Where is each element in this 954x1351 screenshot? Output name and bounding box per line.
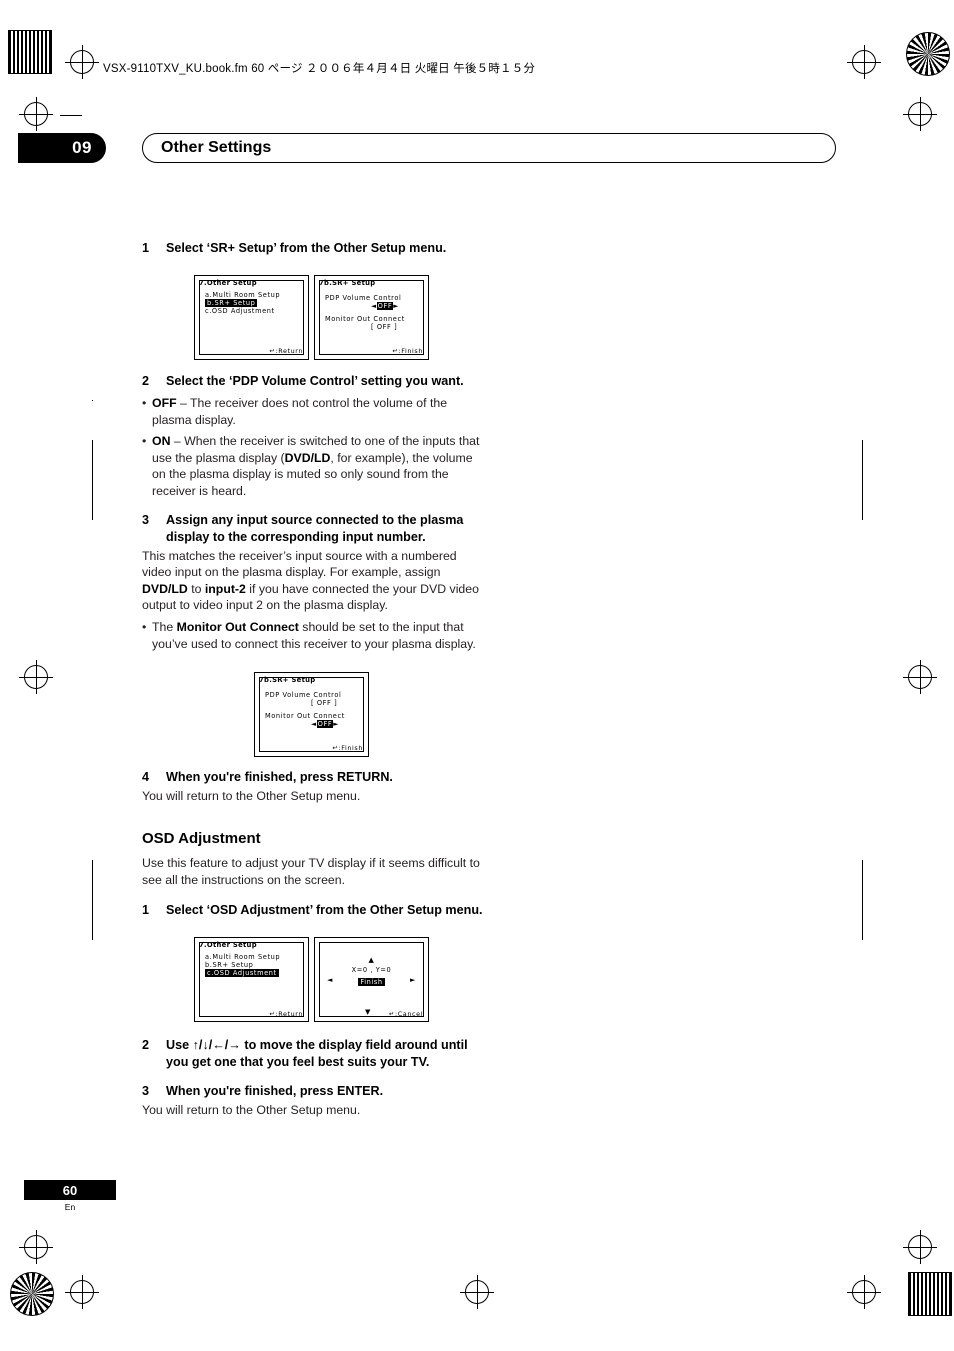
- page-number: 60: [24, 1180, 116, 1200]
- registration-mark-left-lower: [19, 1230, 53, 1264]
- osd-screens-row-3: 7.Other Setup a.Multi Room Setup b.SR+ S…: [142, 931, 487, 1029]
- sr-plus-step-2-bullets: • OFF – The receiver does not control th…: [142, 395, 487, 500]
- step-number: 2: [142, 374, 150, 388]
- sr-plus-step-3: 3 Assign any input source connected to t…: [142, 512, 487, 546]
- osd-left-arrow-icon: ◄: [327, 976, 333, 985]
- registration-mark-top: [65, 45, 99, 79]
- corner-mark-top-left: [8, 30, 52, 74]
- osd-screens-row-2: 7b.SR+ Setup PDP Volume Control [ OFF ] …: [142, 664, 487, 759]
- bullet-text: – When the receiver is switched to one o…: [152, 434, 480, 498]
- step-number: 1: [142, 903, 150, 918]
- osd-item-c-highlighted: c.OSD Adjustment: [205, 969, 279, 978]
- osd-value-monitor-out: [ OFF ]: [371, 323, 398, 331]
- osd-title: 7b.SR+ Setup: [319, 279, 376, 287]
- crop-tick-vertical-right: [862, 440, 863, 520]
- registration-mark-right-upper: [903, 97, 937, 131]
- bullet-text-pre: The: [152, 619, 177, 634]
- osd-item-c: c.OSD Adjustment: [205, 307, 275, 315]
- step-text: When you're finished, press ENTER.: [166, 1084, 384, 1099]
- osd-title: 7.Other Setup: [199, 279, 257, 287]
- osd-highlight: b.SR+ Setup: [205, 299, 258, 307]
- crop-tick-vertical-left-2: [92, 860, 93, 940]
- sr-plus-step-4: 4 When you're finished, press RETURN.: [142, 769, 487, 786]
- osd-title: 7.Other Setup: [199, 941, 257, 950]
- osd-up-arrow-icon: ▲: [368, 956, 375, 965]
- osd-highlight: c.OSD Adjustment: [205, 969, 279, 978]
- chapter-number-tab: 09: [18, 133, 106, 163]
- osd-right-arrow-icon: ►: [410, 976, 416, 985]
- osd-other-setup-1: 7.Other Setup a.Multi Room Setup b.SR+ S…: [194, 275, 309, 360]
- osd-adjustment-screen: ▲ X=0 , Y=0 Finish ◄ ► ▼ ↵:Cancel: [314, 937, 429, 1023]
- corner-mark-top-right: [906, 32, 950, 76]
- step-text: Assign any input source connected to the…: [166, 512, 464, 544]
- bullet-text: – The receiver does not control the volu…: [152, 396, 448, 427]
- osd-title: 7b.SR+ Setup: [259, 676, 316, 685]
- registration-mark-left-upper: [19, 97, 53, 131]
- osd-footer: ↵:Finish: [332, 744, 363, 753]
- step-number: 2: [142, 1038, 150, 1053]
- step-number: 4: [142, 770, 150, 785]
- osd-finish-label: Finish: [358, 978, 385, 987]
- sr-plus-step-1: 1 Select ‘SR+ Setup’ from the Other Setu…: [142, 240, 487, 257]
- sr-plus-step-3-paragraph: This matches the receiver’s input source…: [142, 548, 479, 613]
- registration-mark-left-middle: [19, 660, 53, 694]
- osd-down-arrow-icon: ▼: [365, 1007, 371, 1016]
- corner-mark-bottom-right: [908, 1272, 952, 1316]
- crop-tick-left-mid: [92, 400, 93, 401]
- osd-coordinates: X=0 , Y=0: [351, 966, 392, 975]
- sr-plus-step-3-bullets: • The Monitor Out Connect should be set …: [142, 619, 487, 652]
- step-number: 1: [142, 241, 150, 255]
- osd-footer: ↵:Finish: [392, 347, 423, 356]
- step-text-pre: Use: [166, 1038, 193, 1053]
- chapter-title: Other Settings: [142, 133, 836, 163]
- osd-adjustment-step-3-paragraph: You will return to the Other Setup menu.: [142, 1103, 361, 1118]
- bullet-dot: •: [142, 434, 147, 449]
- main-text-column: 1 Select ‘SR+ Setup’ from the Other Setu…: [142, 240, 487, 1119]
- registration-mark-top-right: [847, 45, 881, 79]
- page-language: En: [64, 1202, 76, 1212]
- crop-tick-vertical-right-2: [862, 860, 863, 940]
- bullet-off: • OFF – The receiver does not control th…: [142, 395, 487, 428]
- sr-plus-step-2: 2 Select the ‘PDP Volume Control’ settin…: [142, 373, 487, 390]
- osd-screens-row-1: 7.Other Setup a.Multi Room Setup b.SR+ S…: [142, 269, 487, 361]
- osd-value-pdp-volume: ◄OFF►: [371, 302, 399, 310]
- osd-adjustment-step-1: 1 Select ‘OSD Adjustment’ from the Other…: [142, 902, 487, 919]
- bullet-dot: •: [142, 619, 147, 634]
- registration-mark-bottom-left: [65, 1275, 99, 1309]
- osd-value-pdp-volume: [ OFF ]: [311, 699, 338, 708]
- bullet-monitor-out-connect: • The Monitor Out Connect should be set …: [142, 619, 487, 652]
- osd-cancel-footer: ↵:Cancel: [389, 1009, 423, 1018]
- bullet-keyword: ON: [152, 434, 171, 449]
- bullet-on: • ON – When the receiver is switched to …: [142, 433, 487, 499]
- registration-mark-bottom-center: [460, 1275, 494, 1309]
- osd-adjustment-intro: Use this feature to adjust your TV displ…: [142, 855, 480, 887]
- bullet-dot: •: [142, 396, 147, 410]
- osd-sr-plus-setup-1: 7b.SR+ Setup PDP Volume Control ◄OFF► Mo…: [314, 275, 429, 360]
- registration-mark-right-lower: [903, 1230, 937, 1264]
- registration-mark-right-middle: [903, 660, 937, 694]
- osd-adjustment-heading: OSD Adjustment: [142, 829, 261, 847]
- file-info-line: VSX-9110TXV_KU.book.fm 60 ページ ２００６年４月４日 …: [103, 63, 536, 75]
- bullet-keyword: OFF: [152, 396, 177, 410]
- osd-other-setup-2: 7.Other Setup a.Multi Room Setup b.SR+ S…: [194, 937, 309, 1023]
- sr-plus-step-4-paragraph: You will return to the Other Setup menu.: [142, 789, 361, 804]
- osd-footer: ↵:Return: [269, 1009, 303, 1018]
- registration-mark-bottom-right: [847, 1275, 881, 1309]
- corner-mark-bottom-left: [10, 1272, 54, 1316]
- osd-adjustment-step-2: 2 Use ↑/↓/←/→ to move the display field …: [142, 1037, 487, 1071]
- step-number: 3: [142, 512, 150, 527]
- osd-adjustment-step-3: 3 When you're finished, press ENTER.: [142, 1083, 487, 1100]
- osd-value-monitor-out: ◄OFF►: [311, 720, 339, 729]
- step-text: Select ‘SR+ Setup’ from the Other Setup …: [166, 241, 447, 255]
- osd-footer: ↵:Return: [269, 347, 303, 356]
- step-number: 3: [142, 1084, 150, 1099]
- crop-tick-vertical-left: [92, 440, 93, 520]
- step-text: Select the ‘PDP Volume Control’ setting …: [166, 374, 464, 388]
- crop-tick-left-upper: [60, 115, 82, 116]
- bullet-keyword: Monitor Out Connect: [176, 619, 299, 634]
- arrow-keys-icon: ↑/↓/←/→: [192, 1038, 241, 1053]
- osd-sr-plus-setup-2: 7b.SR+ Setup PDP Volume Control [ OFF ] …: [254, 672, 369, 758]
- step-text: Select ‘OSD Adjustment’ from the Other S…: [166, 903, 483, 918]
- step-text: When you're finished, press RETURN.: [166, 770, 393, 785]
